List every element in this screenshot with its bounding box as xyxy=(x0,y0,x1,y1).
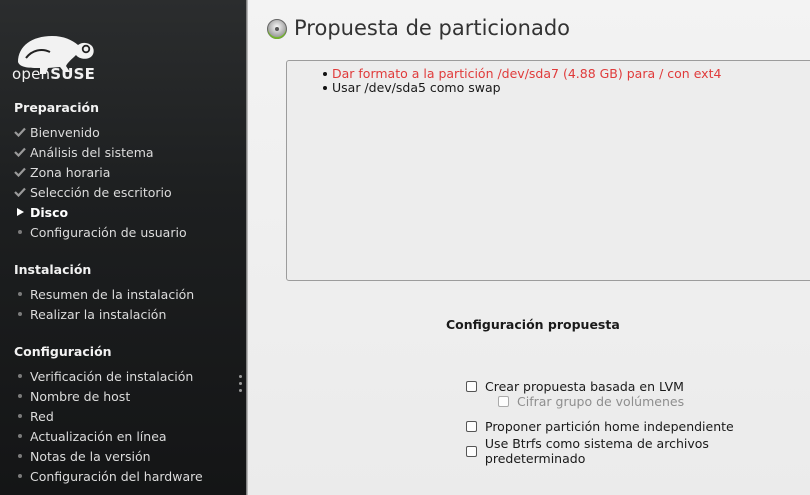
step-label: Disco xyxy=(30,204,69,220)
splitter-grip-dot[interactable] xyxy=(239,375,242,378)
separate-home-label[interactable]: Proponer partición home independiente xyxy=(485,419,734,434)
section-title-configuracion: Configuración xyxy=(14,344,112,359)
step-configuracion-hardware: Configuración del hardware xyxy=(10,467,203,485)
encrypt-vg-checkbox xyxy=(498,395,509,407)
splitter-grip-dot[interactable] xyxy=(239,382,242,385)
bullet-icon xyxy=(323,71,327,76)
step-seleccion-escritorio: Selección de escritorio xyxy=(10,183,172,201)
step-label: Configuración de usuario xyxy=(30,224,187,240)
summary-item-text: Dar formato a la partición /dev/sda7 (4.… xyxy=(332,66,722,81)
bullet-icon xyxy=(10,292,30,296)
encrypt-vg-label: Cifrar grupo de volúmenes xyxy=(517,393,685,409)
summary-item-text: Usar /dev/sda5 como swap xyxy=(332,80,501,95)
checkmark-icon xyxy=(10,127,30,137)
step-red: Red xyxy=(10,407,54,425)
step-label: Red xyxy=(30,408,54,424)
bullet-icon xyxy=(10,414,30,418)
installer-sidebar: openSUSE Preparación Bienvenido Análisis… xyxy=(0,0,246,495)
step-nombre-host: Nombre de host xyxy=(10,387,130,405)
step-label: Zona horaria xyxy=(30,164,111,180)
step-label: Nombre de host xyxy=(30,388,131,404)
step-realizar-instalacion: Realizar la instalación xyxy=(10,305,166,323)
summary-item-swap: Usar /dev/sda5 como swap xyxy=(323,80,501,95)
step-label: Actualización en línea xyxy=(30,428,167,444)
checkmark-icon xyxy=(10,147,30,157)
opensuse-wordmark: openSUSE xyxy=(12,65,96,83)
partition-summary-box[interactable]: Dar formato a la partición /dev/sda7 (4.… xyxy=(286,60,810,281)
section-title-instalacion: Instalación xyxy=(14,262,92,277)
btrfs-default-label[interactable]: Use Btrfs como sistema de archivos prede… xyxy=(485,436,810,466)
bullet-icon xyxy=(10,434,30,438)
step-notas-version: Notas de la versión xyxy=(10,447,151,465)
step-disco: Disco xyxy=(10,203,68,221)
separate-home-checkbox[interactable] xyxy=(466,420,477,432)
encrypt-vg-checkbox-row: Cifrar grupo de volúmenes xyxy=(498,392,684,410)
step-label: Selección de escritorio xyxy=(30,184,172,200)
separate-home-checkbox-row[interactable]: Proponer partición home independiente xyxy=(466,417,734,435)
step-resumen-instalacion: Resumen de la instalación xyxy=(10,285,194,303)
step-bienvenido: Bienvenido xyxy=(10,123,100,141)
section-title-preparacion: Preparación xyxy=(14,100,99,115)
bullet-icon xyxy=(10,454,30,458)
bullet-icon xyxy=(10,394,30,398)
summary-item-format: Dar formato a la partición /dev/sda7 (4.… xyxy=(323,66,721,81)
splitter-grip-dot[interactable] xyxy=(239,389,242,392)
checkmark-icon xyxy=(10,167,30,177)
step-label: Bienvenido xyxy=(30,124,100,140)
current-step-arrow-icon xyxy=(10,207,30,217)
step-analisis-sistema: Análisis del sistema xyxy=(10,143,154,161)
step-label: Resumen de la instalación xyxy=(30,286,195,302)
step-configuracion-usuario: Configuración de usuario xyxy=(10,223,187,241)
step-label: Análisis del sistema xyxy=(30,144,154,160)
bullet-icon xyxy=(10,374,30,378)
step-verificacion-instalacion: Verificación de instalación xyxy=(10,367,193,385)
step-label: Notas de la versión xyxy=(30,448,151,464)
step-label: Configuración del hardware xyxy=(30,468,203,484)
step-label: Realizar la instalación xyxy=(30,306,167,322)
checkmark-icon xyxy=(10,187,30,197)
bullet-icon xyxy=(323,85,327,90)
step-label: Verificación de instalación xyxy=(30,368,194,384)
bullet-icon xyxy=(10,312,30,316)
bullet-icon xyxy=(10,230,30,234)
btrfs-default-checkbox-row[interactable]: Use Btrfs como sistema de archivos prede… xyxy=(466,436,810,466)
page-title: Propuesta de particionado xyxy=(294,16,571,40)
step-actualizacion-linea: Actualización en línea xyxy=(10,427,167,445)
lvm-proposal-checkbox[interactable] xyxy=(466,380,477,392)
disk-partition-icon xyxy=(267,19,287,39)
btrfs-default-checkbox[interactable] xyxy=(466,445,477,457)
bullet-icon xyxy=(10,474,30,478)
config-heading: Configuración propuesta xyxy=(446,317,620,332)
step-zona-horaria: Zona horaria xyxy=(10,163,110,181)
